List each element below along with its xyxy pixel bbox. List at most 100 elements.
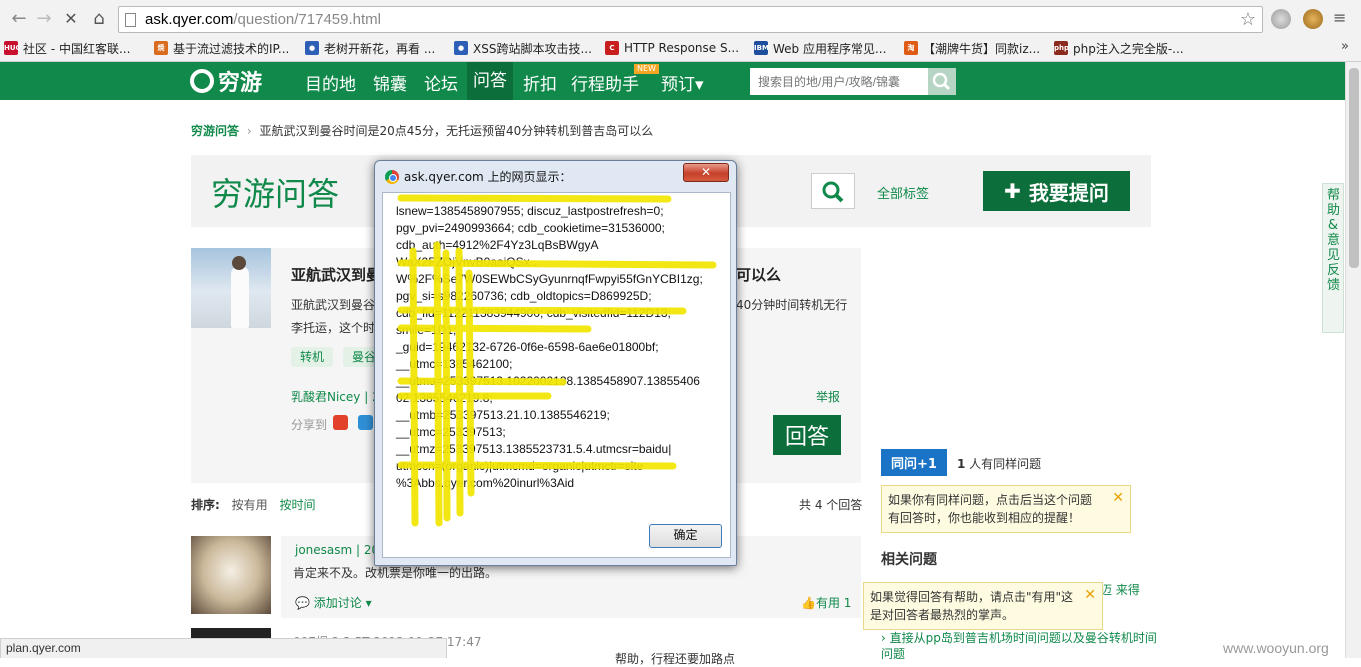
- address-bar[interactable]: ask.qyer.com/question/717459.html ☆: [118, 6, 1263, 33]
- nav-booking[interactable]: 预订▾: [661, 70, 704, 95]
- dialog-close-button[interactable]: ✕: [683, 163, 729, 182]
- cookie-line: pgv_pvi=2490993664; cdb_cookietime=31536…: [396, 221, 665, 235]
- bookmark-favicon-icon: 焼: [154, 41, 168, 55]
- messages-link[interactable]: 消息: [1126, 135, 1150, 152]
- nav-deals[interactable]: 折扣: [523, 70, 557, 95]
- answer-button[interactable]: 回答: [773, 415, 841, 455]
- question-body-tail: 40分钟时间转机无行: [736, 298, 848, 312]
- answer-count: 共 4 个回答: [799, 498, 863, 512]
- answer-avatar[interactable]: [191, 536, 271, 614]
- cookie-line: 02.1385546219.8;: [396, 391, 493, 405]
- cookie-extension-icon[interactable]: [1303, 9, 1323, 29]
- feedback-label: 帮助&意见反馈: [1327, 188, 1341, 293]
- search-icon: [932, 72, 951, 91]
- useful-button[interactable]: 👍有用 1: [801, 594, 851, 611]
- cookie-line: pgv_si=s982260736; cdb_oldtopics=D869925…: [396, 289, 652, 303]
- search-button[interactable]: [928, 68, 956, 95]
- useful-tip: 如果觉得回答有帮助，请点击"有用"这是对回答者最热烈的掌声。 ✕: [863, 582, 1103, 630]
- same-question-tip: 如果你有同样问题，点击后当这个问题有回答时，你也能收到相应的提醒！ ✕: [881, 485, 1131, 533]
- related-question-link[interactable]: › 直接从pp岛到普吉机场时间问题以及曼谷转机时间问题: [881, 630, 1161, 662]
- extension-globe-icon[interactable]: [1271, 9, 1291, 29]
- breadcrumb-home[interactable]: 穷游问答: [191, 124, 239, 138]
- qa-search-button[interactable]: [811, 173, 855, 209]
- cookie-line: smile=1D1;: [396, 323, 457, 337]
- bookmark-item[interactable]: ● XSS跨站脚本攻击技...: [454, 40, 592, 56]
- bookmarks-more[interactable]: »: [1341, 39, 1349, 54]
- report-link[interactable]: 举报: [816, 388, 840, 405]
- dialog-ok-button[interactable]: 确定: [649, 524, 722, 548]
- dialog-title: ask.qyer.com 上的网页显示：: [404, 170, 572, 184]
- address-url: ask.qyer.com/question/717459.html: [145, 11, 381, 28]
- cookie-line: W%2F%Se7W0SEWbCSyGyunrnqfFwpyi55fGnYCBI1…: [396, 272, 703, 286]
- cookie-line: cdb_fid=112211383944900; cdb_visitedfid=…: [396, 306, 671, 320]
- stop-loading-icon[interactable]: ✕: [60, 8, 82, 30]
- page-scrollbar[interactable]: [1345, 62, 1361, 658]
- bookmarks-bar: HUC 社区 - 中国红客联... 焼基于流过滤技术的IP... ● 老树开新花，再…: [0, 37, 1361, 59]
- bookmark-favicon-icon: HUC: [4, 41, 21, 55]
- home-icon[interactable]: ⌂: [88, 8, 110, 30]
- cookie-line: cdb_auth=4912%2F4Yz3LqBsBWgyA: [396, 238, 599, 252]
- answer-text: 帮助，行程还要加路点: [615, 652, 736, 666]
- close-icon[interactable]: ✕: [1084, 586, 1096, 604]
- all-tags-link[interactable]: 全部标签: [877, 183, 929, 202]
- paw-icon: ●: [454, 41, 468, 55]
- question-avatar[interactable]: [191, 248, 271, 328]
- add-discussion-link[interactable]: 💬 添加讨论 ▾: [295, 594, 372, 611]
- bookmark-item[interactable]: 焼基于流过滤技术的IP...: [154, 40, 289, 56]
- tag-transfer[interactable]: 转机: [291, 347, 334, 367]
- cookie-line: %3Abbs.qyer.com%20inurl%3Aid: [396, 476, 575, 490]
- cookie-line: __utmc=253397513;: [396, 425, 506, 439]
- cookie-line: __utmc=1385462100;: [396, 357, 513, 371]
- new-badge: NEW: [634, 64, 659, 74]
- forward-arrow-icon[interactable]: →: [33, 8, 55, 30]
- nav-trip-planner[interactable]: 行程助手: [571, 70, 639, 95]
- site-logo[interactable]: 穷游: [190, 67, 262, 96]
- alert-dialog: ask.qyer.com 上的网页显示： ✕ lsnew=13854589079…: [374, 160, 737, 566]
- bookmark-item[interactable]: 淘【潮牌牛货】同款iz...: [904, 40, 1040, 56]
- back-arrow-icon[interactable]: ←: [8, 8, 30, 30]
- search-icon: [822, 181, 844, 203]
- breadcrumb-current: 亚航武汉到曼谷时间是20点45分，无托运预留40分钟转机到普吉岛可以么: [259, 124, 654, 138]
- bookmark-favicon-icon: 淘: [904, 41, 918, 55]
- nav-forum[interactable]: 论坛: [424, 70, 458, 95]
- answer-author[interactable]: jonesasm | 20: [295, 543, 379, 557]
- qzone-share-icon[interactable]: [358, 415, 373, 430]
- cookie-line: WaX2FZOjVnvB0aaiQSx...: [396, 255, 540, 269]
- chrome-icon: [385, 170, 399, 184]
- page-title[interactable]: 穷游问答: [211, 169, 339, 215]
- sort-by-useful[interactable]: 按有用: [232, 498, 268, 512]
- bookmark-item[interactable]: C HTTP Response S...: [605, 40, 739, 56]
- related-questions-title: 相关问题: [881, 552, 937, 568]
- logo-q-icon: [190, 69, 214, 93]
- bookmark-item[interactable]: IBM Web 应用程序常见...: [754, 40, 886, 56]
- plus-icon: ✚: [1004, 179, 1021, 203]
- bookmark-item[interactable]: ● 老树开新花，再看 ...: [305, 40, 435, 56]
- question-body-line2: 李托运，这个时: [291, 321, 376, 335]
- weibo-share-icon[interactable]: [333, 415, 348, 430]
- bookmark-item[interactable]: php php注入之完全版-...: [1054, 40, 1184, 56]
- cookie-line: __utma=253397513.1022002138.1385458907.1…: [396, 374, 700, 388]
- same-question-button[interactable]: 同问+1: [881, 449, 947, 476]
- feedback-tab[interactable]: 帮助&意见反馈: [1322, 183, 1344, 333]
- nav-guides[interactable]: 锦囊: [373, 70, 407, 95]
- question-title-tail: 可以么: [736, 266, 782, 284]
- question-author[interactable]: 乳酸君Nicey | 2: [291, 388, 380, 405]
- bookmark-star-icon[interactable]: ☆: [1240, 9, 1256, 30]
- close-icon[interactable]: ✕: [1112, 489, 1124, 507]
- bookmark-item[interactable]: HUC 社区 - 中国红客联...: [4, 40, 130, 56]
- nav-qa[interactable]: 问答: [467, 62, 513, 100]
- related-question-link[interactable]: 迈 来得: [1100, 581, 1140, 598]
- nav-destination[interactable]: 目的地: [305, 70, 356, 95]
- menu-icon[interactable]: ≡: [1333, 8, 1346, 27]
- bookmark-favicon-icon: php: [1054, 41, 1069, 55]
- site-search-input[interactable]: [750, 68, 928, 95]
- dialog-message: lsnew=1385458907955; discuz_lastpostrefr…: [396, 203, 721, 492]
- same-question-count: 1 人有同样问题: [957, 457, 1042, 471]
- sort-by-time[interactable]: 按时间: [279, 498, 315, 512]
- ask-question-button[interactable]: ✚ 我要提问: [983, 171, 1130, 211]
- scrollbar-thumb[interactable]: [1349, 68, 1359, 268]
- cookie-line: _guid=19462132-6726-0f6e-6598-6ae6e01800…: [396, 340, 659, 354]
- browser-status-bar: plan.qyer.com: [0, 638, 447, 658]
- site-nav: 穷游 目的地 锦囊 论坛 问答 折扣 行程助手 预订▾ clown岩 ▾ 消息: [0, 62, 1345, 151]
- user-menu[interactable]: clown岩 ▾: [1022, 135, 1079, 152]
